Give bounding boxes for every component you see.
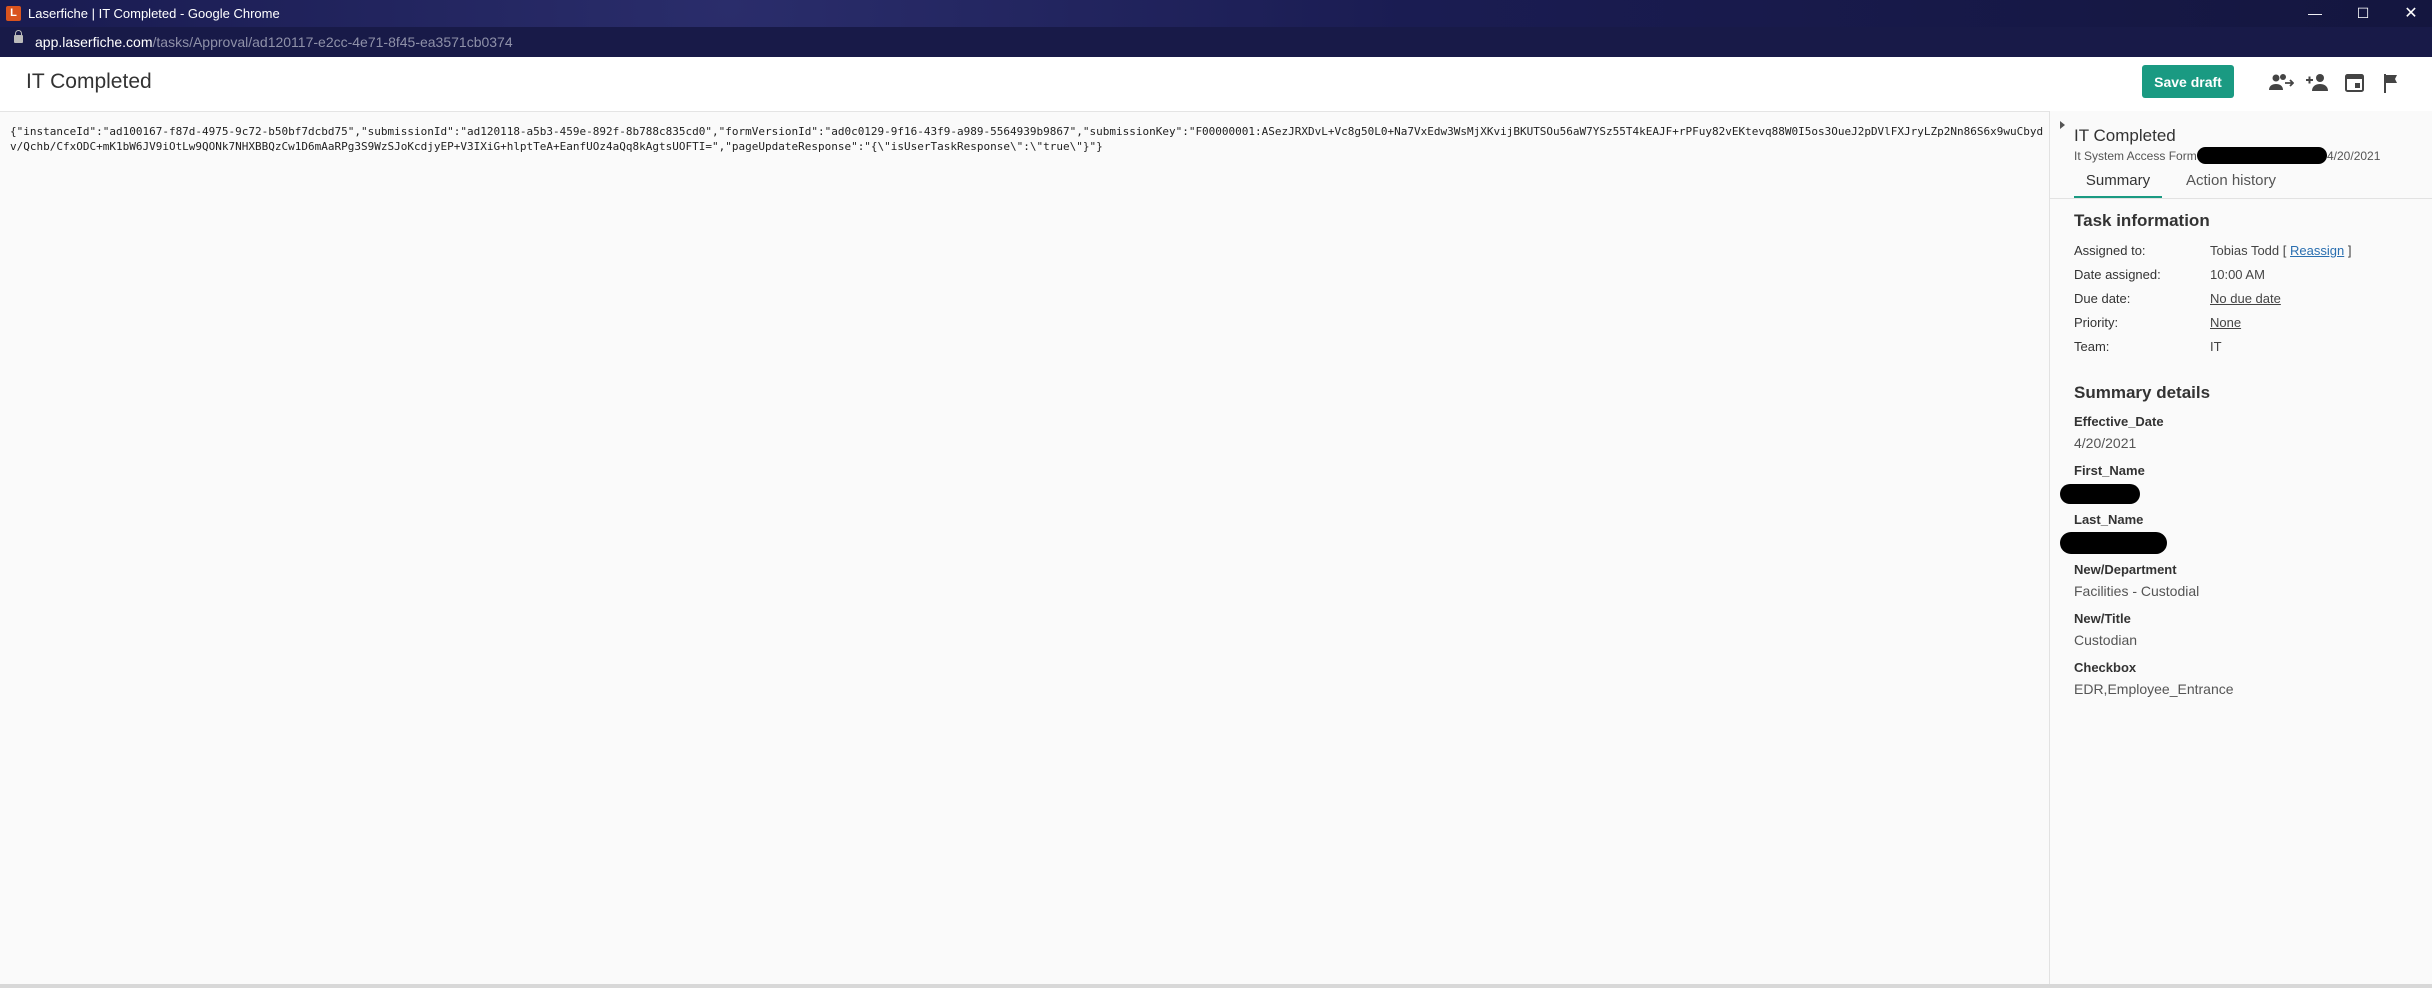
address-bar[interactable]: app.laserfiche.com/tasks/Approval/ad1201…: [0, 27, 2432, 57]
task-side-panel: IT Completed It System Access Form 4/20/…: [2050, 111, 2432, 984]
task-information-heading: Task information: [2074, 211, 2210, 230]
task-header: IT Completed Save draft: [0, 57, 2432, 112]
priority-label: Priority:: [2074, 315, 2119, 330]
assigned-to-label: Assigned to:: [2074, 243, 2146, 258]
checkbox-label: Checkbox: [2074, 660, 2137, 675]
new-department-value: Facilities - Custodial: [2074, 583, 2200, 599]
calendar-icon[interactable]: [2342, 71, 2368, 95]
window-bottom-edge: [0, 984, 2432, 988]
reassign-link[interactable]: Reassign: [2290, 243, 2344, 258]
date-assigned-value: 10:00 AM: [2210, 267, 2265, 282]
add-user-icon[interactable]: [2305, 71, 2331, 95]
bracket-close: ]: [2347, 243, 2352, 258]
new-title-label: New/Title: [2074, 611, 2131, 626]
side-form-name: It System Access Form: [2074, 149, 2197, 163]
priority-link[interactable]: None: [2210, 315, 2241, 330]
effective-date-value: 4/20/2021: [2074, 435, 2137, 451]
due-date-label: Due date:: [2074, 291, 2131, 306]
redacted-block: [2197, 147, 2327, 164]
minimize-icon[interactable]: —: [2292, 0, 2338, 27]
window-title-bar: L Laserfiche | IT Completed - Google Chr…: [0, 0, 2432, 27]
date-assigned-label: Date assigned:: [2074, 267, 2161, 282]
last-name-redacted: [2060, 532, 2167, 554]
maximize-icon[interactable]: ☐: [2340, 0, 2386, 27]
reassign-users-icon[interactable]: [2268, 71, 2295, 95]
lock-icon[interactable]: [14, 30, 23, 43]
checkbox-value: EDR,Employee_Entrance: [2074, 681, 2234, 697]
new-department-label: New/Department: [2074, 562, 2177, 577]
last-name-label: Last_Name: [2074, 512, 2144, 527]
submission-json-text: {"instanceId":"ad100167-f87d-4975-9c72-b…: [10, 125, 2044, 153]
due-date-link[interactable]: No due date: [2210, 291, 2281, 306]
bracket-open: [: [2282, 243, 2287, 258]
first-name-redacted: [2060, 484, 2140, 504]
new-title-value: Custodian: [2074, 632, 2138, 648]
close-icon[interactable]: ✕: [2388, 0, 2432, 27]
page-title: IT Completed: [26, 70, 152, 93]
summary-details-heading: Summary details: [2074, 383, 2211, 402]
url-host: app.laserfiche.com: [35, 34, 153, 50]
side-task-title: IT Completed: [2074, 126, 2176, 145]
url-path: /tasks/Approval/ad120117-e2cc-4e71-8f45-…: [152, 34, 513, 50]
window-title: Laserfiche | IT Completed - Google Chrom…: [28, 6, 280, 21]
first-name-label: First_Name: [2074, 463, 2145, 478]
team-label: Team:: [2074, 339, 2110, 354]
laserfiche-app-icon: L: [6, 6, 21, 21]
tab-summary[interactable]: Summary: [2074, 169, 2162, 199]
side-date: 4/20/2021: [2327, 149, 2381, 163]
team-value: IT: [2210, 339, 2222, 354]
save-draft-button[interactable]: Save draft: [2142, 65, 2234, 98]
tabs-underline: [2050, 198, 2432, 199]
tab-action-history[interactable]: Action history: [2176, 169, 2286, 196]
url-text[interactable]: app.laserfiche.com/tasks/Approval/ad1201…: [35, 34, 513, 50]
collapse-panel-icon[interactable]: [2060, 121, 2065, 129]
flag-icon[interactable]: [2379, 71, 2405, 95]
effective-date-label: Effective_Date: [2074, 414, 2164, 429]
assignee-name: Tobias Todd: [2210, 243, 2280, 258]
assigned-to-value: Tobias Todd [ Reassign ]: [2210, 243, 2351, 258]
